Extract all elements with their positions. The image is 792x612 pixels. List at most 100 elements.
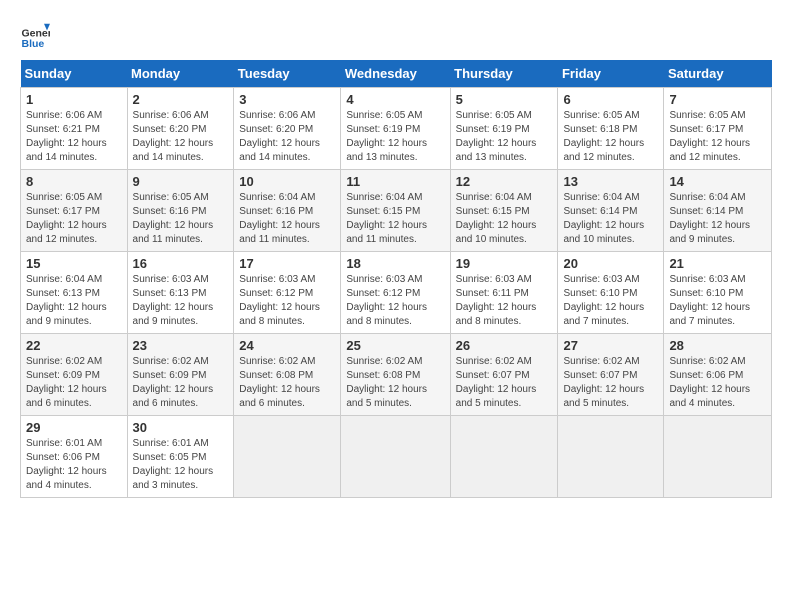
day-info: Sunrise: 6:05 AMSunset: 6:16 PMDaylight:… bbox=[133, 191, 229, 247]
calendar-cell: 17Sunrise: 6:03 AMSunset: 6:12 PMDayligh… bbox=[234, 252, 341, 334]
calendar-cell: 29Sunrise: 6:01 AMSunset: 6:06 PMDayligh… bbox=[21, 416, 128, 498]
calendar-cell: 27 Sunrise: 6:02 AMSunset: 6:07 PMDayligh… bbox=[558, 334, 664, 416]
day-number: 9 bbox=[133, 174, 229, 189]
day-info: Sunrise: 6:05 AMSunset: 6:18 PMDaylight:… bbox=[563, 109, 658, 165]
day-info: Sunrise: 6:02 AMSunset: 6:09 PMDaylight:… bbox=[133, 355, 229, 411]
calendar-cell: 8Sunrise: 6:05 AMSunset: 6:17 PMDaylight… bbox=[21, 170, 128, 252]
day-number: 3 bbox=[239, 92, 335, 107]
day-number: 7 bbox=[669, 92, 766, 107]
calendar-cell: 21 Sunrise: 6:03 AMSunset: 6:10 PMDayligh… bbox=[664, 252, 772, 334]
calendar-cell: 9 Sunrise: 6:05 AMSunset: 6:16 PMDaylight… bbox=[127, 170, 234, 252]
calendar-cell: 6Sunrise: 6:05 AMSunset: 6:18 PMDaylight… bbox=[558, 88, 664, 170]
day-number: 27 bbox=[563, 338, 658, 353]
day-info: Sunrise: 6:01 AMSunset: 6:06 PMDaylight:… bbox=[26, 437, 122, 493]
day-info: Sunrise: 6:02 AMSunset: 6:06 PMDaylight:… bbox=[669, 355, 766, 411]
day-info: Sunrise: 6:03 AMSunset: 6:13 PMDaylight:… bbox=[133, 273, 229, 329]
calendar-cell: 2 Sunrise: 6:06 AMSunset: 6:20 PMDaylight… bbox=[127, 88, 234, 170]
day-number: 11 bbox=[346, 174, 444, 189]
logo-icon: General Blue bbox=[20, 20, 50, 50]
weekday-header-wednesday: Wednesday bbox=[341, 60, 450, 88]
page-header: General Blue bbox=[20, 20, 772, 50]
calendar-cell: 1Sunrise: 6:06 AMSunset: 6:21 PMDaylight… bbox=[21, 88, 128, 170]
day-number: 18 bbox=[346, 256, 444, 271]
day-number: 20 bbox=[563, 256, 658, 271]
day-info: Sunrise: 6:04 AMSunset: 6:13 PMDaylight:… bbox=[26, 273, 122, 329]
weekday-header-monday: Monday bbox=[127, 60, 234, 88]
calendar-table: SundayMondayTuesdayWednesdayThursdayFrid… bbox=[20, 60, 772, 498]
day-number: 4 bbox=[346, 92, 444, 107]
day-info: Sunrise: 6:04 AMSunset: 6:15 PMDaylight:… bbox=[456, 191, 553, 247]
day-info: Sunrise: 6:06 AMSunset: 6:21 PMDaylight:… bbox=[26, 109, 122, 165]
calendar-week-2: 8Sunrise: 6:05 AMSunset: 6:17 PMDaylight… bbox=[21, 170, 772, 252]
day-info: Sunrise: 6:02 AMSunset: 6:08 PMDaylight:… bbox=[239, 355, 335, 411]
day-number: 24 bbox=[239, 338, 335, 353]
calendar-cell: 15Sunrise: 6:04 AMSunset: 6:13 PMDayligh… bbox=[21, 252, 128, 334]
day-info: Sunrise: 6:05 AMSunset: 6:17 PMDaylight:… bbox=[669, 109, 766, 165]
calendar-cell: 25 Sunrise: 6:02 AMSunset: 6:08 PMDayligh… bbox=[341, 334, 450, 416]
calendar-cell: 12Sunrise: 6:04 AMSunset: 6:15 PMDayligh… bbox=[450, 170, 558, 252]
calendar-cell: 19 Sunrise: 6:03 AMSunset: 6:11 PMDayligh… bbox=[450, 252, 558, 334]
day-info: Sunrise: 6:05 AMSunset: 6:19 PMDaylight:… bbox=[456, 109, 553, 165]
day-number: 21 bbox=[669, 256, 766, 271]
day-number: 30 bbox=[133, 420, 229, 435]
weekday-header-thursday: Thursday bbox=[450, 60, 558, 88]
calendar-cell bbox=[341, 416, 450, 498]
day-info: Sunrise: 6:02 AMSunset: 6:07 PMDaylight:… bbox=[563, 355, 658, 411]
weekday-header-friday: Friday bbox=[558, 60, 664, 88]
day-info: Sunrise: 6:03 AMSunset: 6:11 PMDaylight:… bbox=[456, 273, 553, 329]
calendar-cell bbox=[450, 416, 558, 498]
day-info: Sunrise: 6:05 AMSunset: 6:19 PMDaylight:… bbox=[346, 109, 444, 165]
day-number: 16 bbox=[133, 256, 229, 271]
weekday-header-sunday: Sunday bbox=[21, 60, 128, 88]
weekday-header-tuesday: Tuesday bbox=[234, 60, 341, 88]
calendar-cell: 14Sunrise: 6:04 AMSunset: 6:14 PMDayligh… bbox=[664, 170, 772, 252]
calendar-cell bbox=[664, 416, 772, 498]
calendar-cell: 22 Sunrise: 6:02 AMSunset: 6:09 PMDayligh… bbox=[21, 334, 128, 416]
day-info: Sunrise: 6:04 AMSunset: 6:14 PMDaylight:… bbox=[669, 191, 766, 247]
calendar-cell: 13Sunrise: 6:04 AMSunset: 6:14 PMDayligh… bbox=[558, 170, 664, 252]
day-info: Sunrise: 6:06 AMSunset: 6:20 PMDaylight:… bbox=[133, 109, 229, 165]
day-info: Sunrise: 6:02 AMSunset: 6:07 PMDaylight:… bbox=[456, 355, 553, 411]
calendar-header-row: SundayMondayTuesdayWednesdayThursdayFrid… bbox=[21, 60, 772, 88]
day-number: 19 bbox=[456, 256, 553, 271]
day-number: 25 bbox=[346, 338, 444, 353]
day-info: Sunrise: 6:03 AMSunset: 6:10 PMDaylight:… bbox=[669, 273, 766, 329]
calendar-week-3: 15Sunrise: 6:04 AMSunset: 6:13 PMDayligh… bbox=[21, 252, 772, 334]
day-number: 26 bbox=[456, 338, 553, 353]
day-info: Sunrise: 6:03 AMSunset: 6:10 PMDaylight:… bbox=[563, 273, 658, 329]
calendar-cell: 28Sunrise: 6:02 AMSunset: 6:06 PMDayligh… bbox=[664, 334, 772, 416]
day-info: Sunrise: 6:06 AMSunset: 6:20 PMDaylight:… bbox=[239, 109, 335, 165]
calendar-cell bbox=[558, 416, 664, 498]
calendar-cell: 11 Sunrise: 6:04 AMSunset: 6:15 PMDayligh… bbox=[341, 170, 450, 252]
calendar-cell: 23Sunrise: 6:02 AMSunset: 6:09 PMDayligh… bbox=[127, 334, 234, 416]
calendar-cell: 5 Sunrise: 6:05 AMSunset: 6:19 PMDaylight… bbox=[450, 88, 558, 170]
calendar-cell: 3 Sunrise: 6:06 AMSunset: 6:20 PMDaylight… bbox=[234, 88, 341, 170]
svg-text:Blue: Blue bbox=[22, 38, 45, 50]
calendar-cell: 16 Sunrise: 6:03 AMSunset: 6:13 PMDayligh… bbox=[127, 252, 234, 334]
calendar-cell: 30 Sunrise: 6:01 AMSunset: 6:05 PMDayligh… bbox=[127, 416, 234, 498]
day-info: Sunrise: 6:05 AMSunset: 6:17 PMDaylight:… bbox=[26, 191, 122, 247]
weekday-header-saturday: Saturday bbox=[664, 60, 772, 88]
logo: General Blue bbox=[20, 20, 54, 50]
calendar-cell: 20 Sunrise: 6:03 AMSunset: 6:10 PMDayligh… bbox=[558, 252, 664, 334]
day-number: 10 bbox=[239, 174, 335, 189]
calendar-cell bbox=[234, 416, 341, 498]
day-info: Sunrise: 6:02 AMSunset: 6:08 PMDaylight:… bbox=[346, 355, 444, 411]
day-number: 5 bbox=[456, 92, 553, 107]
day-info: Sunrise: 6:03 AMSunset: 6:12 PMDaylight:… bbox=[346, 273, 444, 329]
calendar-week-5: 29Sunrise: 6:01 AMSunset: 6:06 PMDayligh… bbox=[21, 416, 772, 498]
calendar-cell: 4 Sunrise: 6:05 AMSunset: 6:19 PMDaylight… bbox=[341, 88, 450, 170]
day-info: Sunrise: 6:04 AMSunset: 6:14 PMDaylight:… bbox=[563, 191, 658, 247]
day-info: Sunrise: 6:02 AMSunset: 6:09 PMDaylight:… bbox=[26, 355, 122, 411]
calendar-cell: 10 Sunrise: 6:04 AMSunset: 6:16 PMDayligh… bbox=[234, 170, 341, 252]
day-info: Sunrise: 6:04 AMSunset: 6:16 PMDaylight:… bbox=[239, 191, 335, 247]
calendar-cell: 7 Sunrise: 6:05 AMSunset: 6:17 PMDaylight… bbox=[664, 88, 772, 170]
calendar-week-4: 22 Sunrise: 6:02 AMSunset: 6:09 PMDayligh… bbox=[21, 334, 772, 416]
day-number: 2 bbox=[133, 92, 229, 107]
calendar-cell: 24 Sunrise: 6:02 AMSunset: 6:08 PMDayligh… bbox=[234, 334, 341, 416]
calendar-cell: 26 Sunrise: 6:02 AMSunset: 6:07 PMDayligh… bbox=[450, 334, 558, 416]
day-info: Sunrise: 6:04 AMSunset: 6:15 PMDaylight:… bbox=[346, 191, 444, 247]
day-number: 22 bbox=[26, 338, 122, 353]
day-info: Sunrise: 6:01 AMSunset: 6:05 PMDaylight:… bbox=[133, 437, 229, 493]
day-number: 17 bbox=[239, 256, 335, 271]
